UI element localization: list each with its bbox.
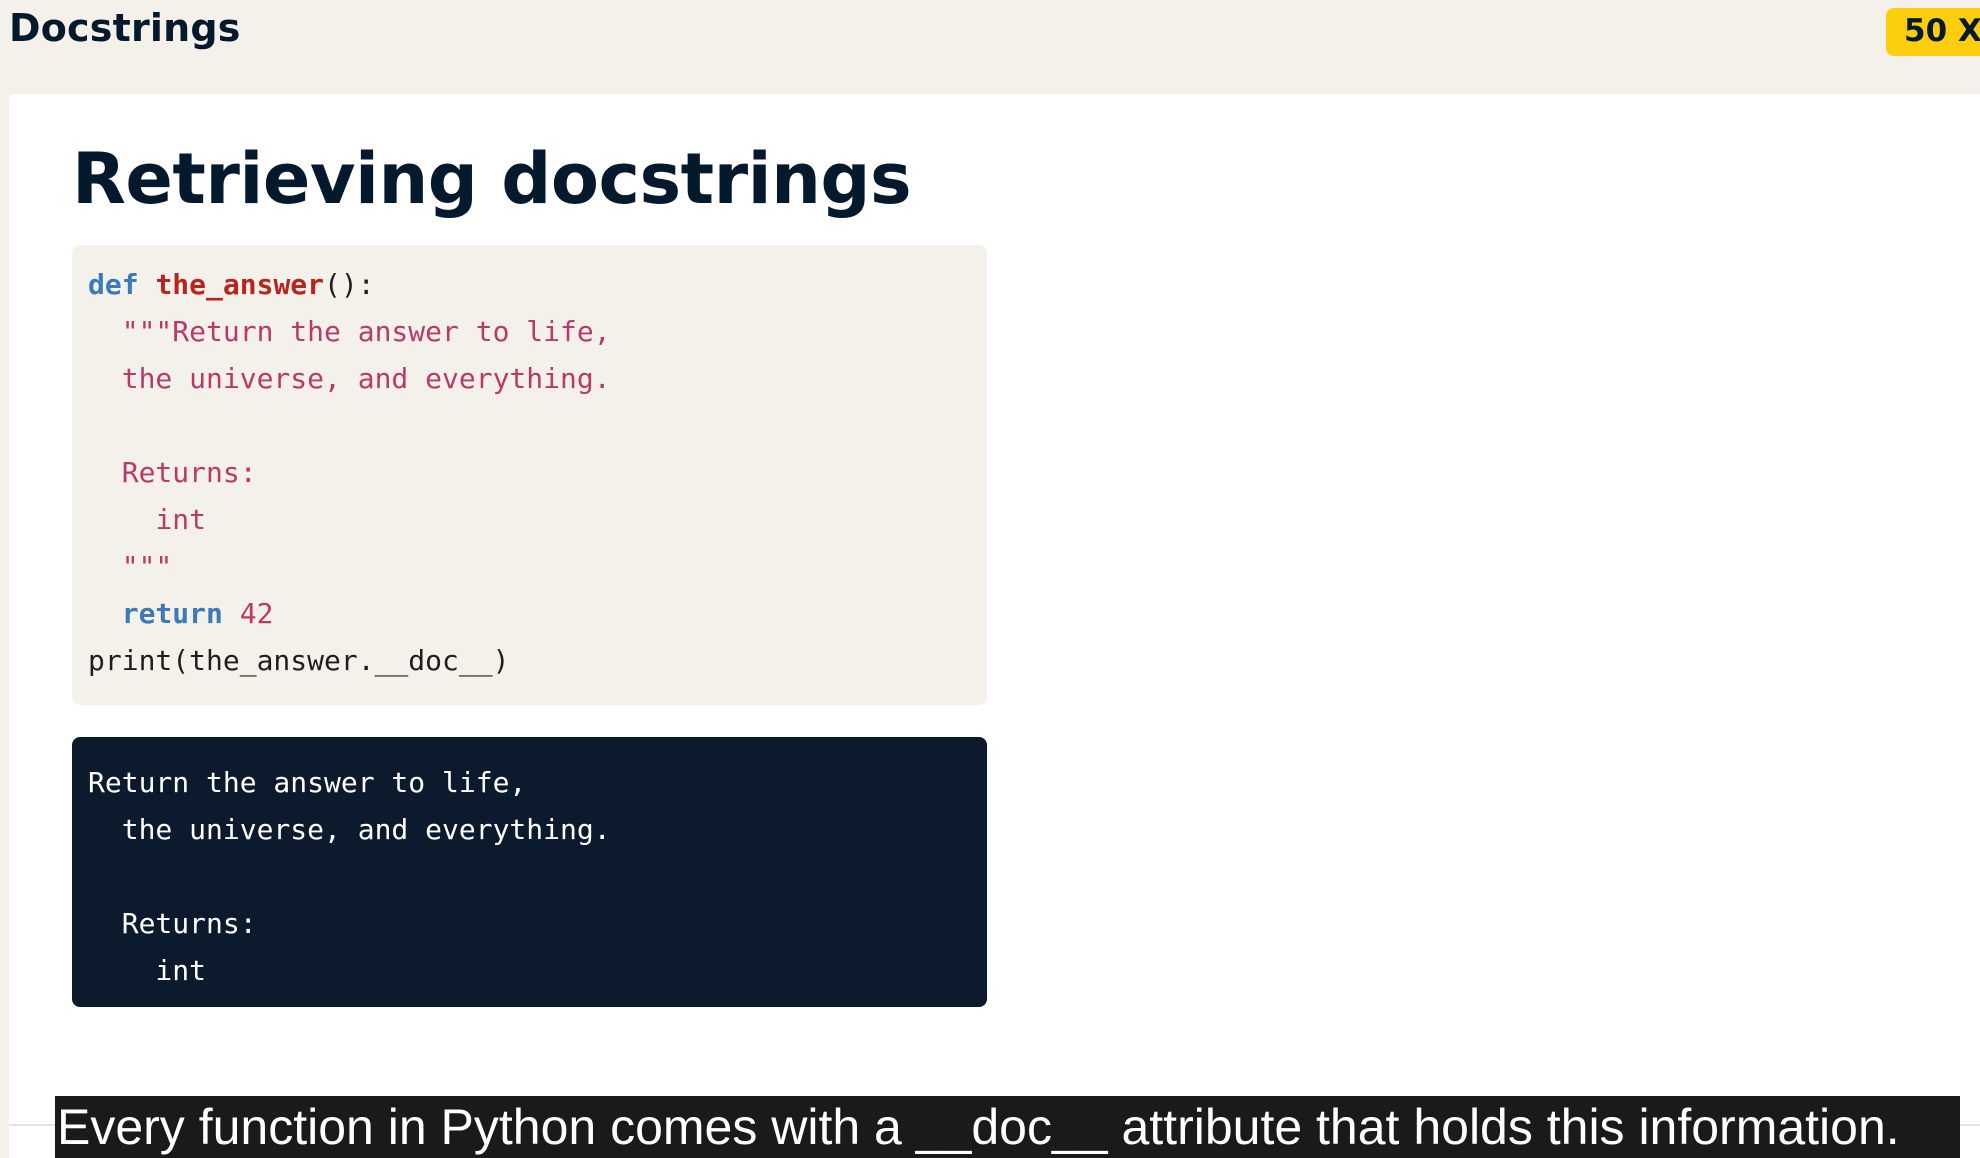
output-line: int — [88, 954, 207, 987]
code-number: 42 — [239, 597, 274, 630]
exercise-title: Docstrings — [9, 6, 241, 50]
code-function-name: the_answer — [155, 268, 325, 301]
code-line: return 42 — [88, 590, 987, 637]
output-line: Returns: — [88, 907, 257, 940]
code-line: the universe, and everything. — [88, 362, 611, 395]
code-line: """ — [88, 550, 173, 583]
code-line: """Return the answer to life, — [88, 315, 611, 348]
code-block: def the_answer(): """Return the answer t… — [72, 245, 987, 705]
code-keyword: def — [88, 268, 139, 301]
code-keyword: return — [121, 597, 223, 630]
code-line: Returns: — [88, 456, 257, 489]
video-caption: Every function in Python comes with a __… — [55, 1096, 1960, 1158]
xp-badge: 50 XP — [1886, 8, 1980, 56]
top-bar: Docstrings 50 XP — [0, 0, 1980, 92]
code-line: int — [88, 503, 207, 536]
output-line: the universe, and everything. — [88, 813, 611, 846]
output-block: Return the answer to life, the universe,… — [72, 737, 987, 1007]
output-line: Return the answer to life, — [88, 766, 527, 799]
code-line: def the_answer(): — [88, 261, 987, 308]
code-punctuation: (): — [324, 268, 375, 301]
code-line: print(the_answer.__doc__) — [88, 644, 510, 677]
slide-title: Retrieving docstrings — [72, 138, 912, 220]
slide-panel: Retrieving docstrings def the_answer(): … — [9, 94, 1980, 1158]
